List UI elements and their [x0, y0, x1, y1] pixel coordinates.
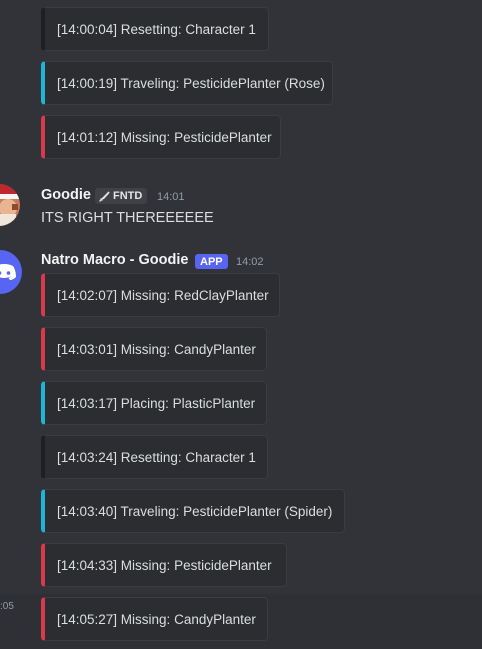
- log-embed-text: [14:00:19] Traveling: PesticidePlanter (…: [57, 75, 325, 91]
- log-embed-text: [14:03:01] Missing: CandyPlanter: [57, 341, 256, 357]
- log-embed: [14:03:40] Traveling: PesticidePlanter (…: [41, 489, 345, 533]
- message-timestamp[interactable]: 14:01: [157, 191, 185, 203]
- log-embed: [14:00:04] Resetting: Character 1: [41, 7, 269, 51]
- sword-icon: [99, 191, 110, 202]
- chat-messages-area: [14:00:04] Resetting: Character 1 [14:00…: [0, 0, 482, 649]
- guild-tag-badge[interactable]: FNTD: [95, 188, 148, 204]
- log-embed: [14:05:27] Missing: CandyPlanter: [41, 597, 268, 641]
- log-embed-text: [14:03:17] Placing: PlasticPlanter: [57, 395, 256, 411]
- log-embed: [14:03:17] Placing: PlasticPlanter: [41, 381, 267, 425]
- bot-username[interactable]: Natro Macro - Goodie: [41, 252, 188, 268]
- bot-avatar[interactable]: [0, 250, 22, 294]
- log-embed: [14:03:01] Missing: CandyPlanter: [41, 327, 267, 371]
- log-embed-text: [14:04:33] Missing: PesticidePlanter: [57, 557, 272, 573]
- log-embed: [14:03:24] Resetting: Character 1: [41, 435, 268, 479]
- log-embed-text: [14:03:24] Resetting: Character 1: [57, 449, 256, 465]
- app-badge: APP: [195, 254, 228, 269]
- message-timestamp[interactable]: 14:02: [236, 256, 264, 268]
- discord-logo-icon: [0, 264, 16, 280]
- username[interactable]: Goodie: [41, 187, 91, 203]
- log-embed: [14:04:33] Missing: PesticidePlanter: [41, 543, 287, 587]
- log-embed: [14:02:07] Missing: RedClayPlanter: [41, 273, 280, 317]
- hover-timestamp[interactable]: :05: [0, 601, 14, 612]
- log-embed: [14:00:19] Traveling: PesticidePlanter (…: [41, 61, 333, 105]
- log-embed-text: [14:03:40] Traveling: PesticidePlanter (…: [57, 503, 333, 519]
- log-embed-text: [14:02:07] Missing: RedClayPlanter: [57, 287, 269, 303]
- message-content: ITS RIGHT THEREEEEEE: [41, 210, 214, 226]
- guild-tag-label: FNTD: [113, 190, 143, 202]
- avatar-image: [0, 184, 20, 226]
- log-embed-text: [14:00:04] Resetting: Character 1: [57, 21, 256, 37]
- user-avatar[interactable]: [0, 184, 20, 226]
- log-embed-text: [14:05:27] Missing: CandyPlanter: [57, 611, 256, 627]
- log-embed: [14:01:12] Missing: PesticidePlanter: [41, 115, 281, 159]
- log-embed-text: [14:01:12] Missing: PesticidePlanter: [57, 129, 272, 145]
